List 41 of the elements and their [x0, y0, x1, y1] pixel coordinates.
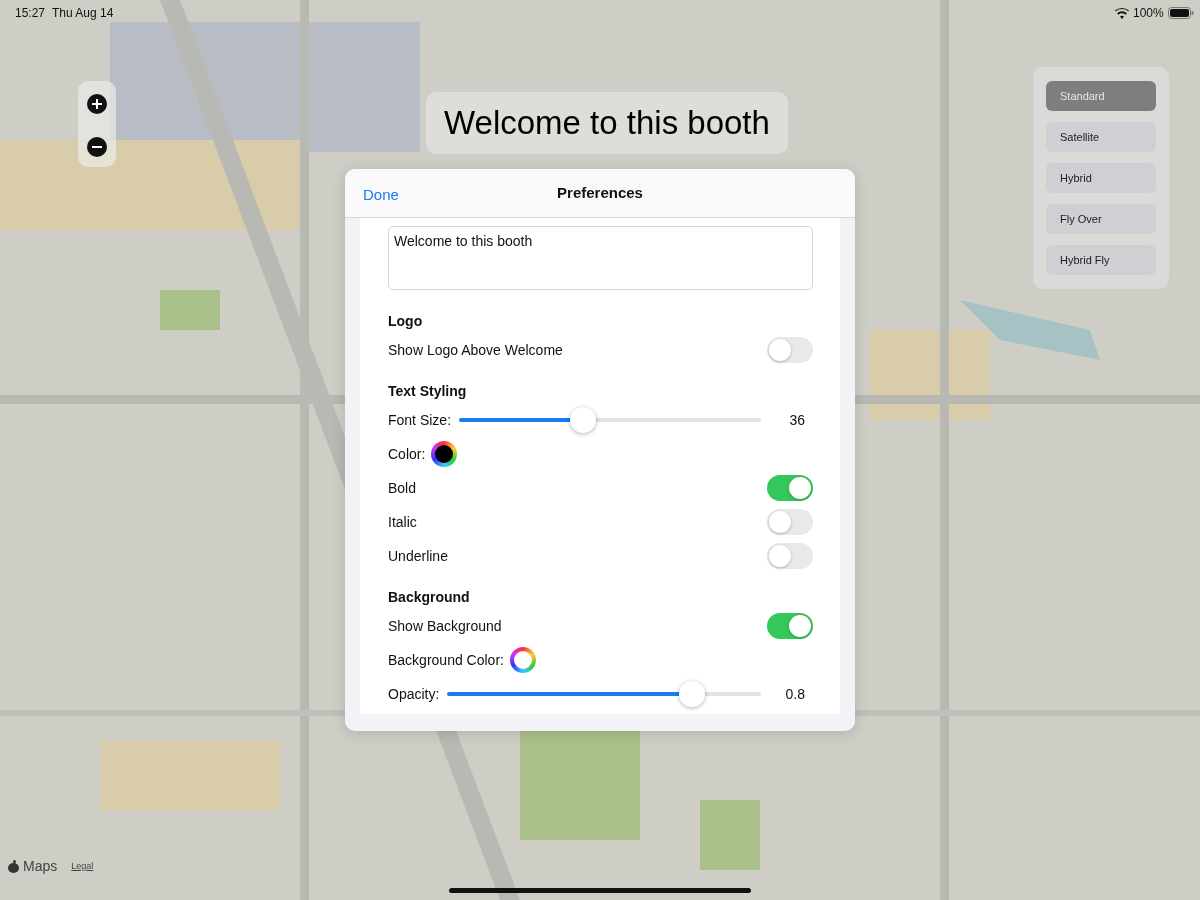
- section-heading: Background: [388, 588, 471, 607]
- welcome-text-field[interactable]: Welcome to this booth: [388, 226, 813, 290]
- section-heading: Text Styling: [388, 382, 468, 401]
- setting-label: Underline: [388, 546, 448, 566]
- map-type-button[interactable]: Satellite: [1046, 122, 1156, 152]
- setting-label: Bold: [388, 478, 417, 498]
- slider-value: 0.8: [784, 684, 805, 704]
- map-type-button[interactable]: Hybrid Fly: [1046, 245, 1156, 275]
- maps-brand-text: Maps: [23, 857, 58, 876]
- toggle-switch[interactable]: [767, 509, 813, 535]
- legal-link[interactable]: Legal: [71, 859, 94, 874]
- plus-icon: [86, 93, 108, 116]
- battery-percent: 100%: [1133, 5, 1164, 22]
- slider-thumb[interactable]: [679, 681, 705, 707]
- zoom-out-button[interactable]: [86, 134, 108, 157]
- status-time: 15:27: [15, 5, 46, 22]
- logo-icon: [8, 860, 19, 873]
- wifi-icon: [1115, 7, 1129, 19]
- done-button[interactable]: Done: [363, 184, 399, 207]
- setting-label: Font Size:: [388, 410, 452, 430]
- setting-label: Background Color:: [388, 650, 504, 670]
- sheet-title: Preferences: [557, 182, 643, 203]
- welcome-banner: Welcome to this booth: [426, 92, 788, 154]
- slider-value: 36: [788, 410, 805, 430]
- status-date: Thu Aug 14: [52, 5, 114, 22]
- setting-label: Color:: [388, 444, 426, 464]
- map-type-button[interactable]: Hybrid: [1046, 163, 1156, 193]
- setting-label: Italic: [388, 512, 417, 532]
- toggle-switch[interactable]: [767, 613, 813, 639]
- map-type-button[interactable]: Fly Over: [1046, 204, 1156, 234]
- zoom-in-button[interactable]: [86, 91, 108, 114]
- setting-label: Show Logo Above Welcome: [388, 340, 563, 360]
- section-heading: Logo: [388, 312, 424, 331]
- minus-icon: [86, 136, 108, 159]
- setting-label: Show Background: [388, 616, 502, 636]
- toggle-switch[interactable]: [767, 337, 813, 363]
- toggle-switch[interactable]: [767, 543, 813, 569]
- setting-label: Opacity:: [388, 684, 440, 704]
- battery-icon: [1167, 7, 1194, 19]
- slider-thumb[interactable]: [569, 407, 596, 433]
- toggle-switch[interactable]: [767, 475, 813, 501]
